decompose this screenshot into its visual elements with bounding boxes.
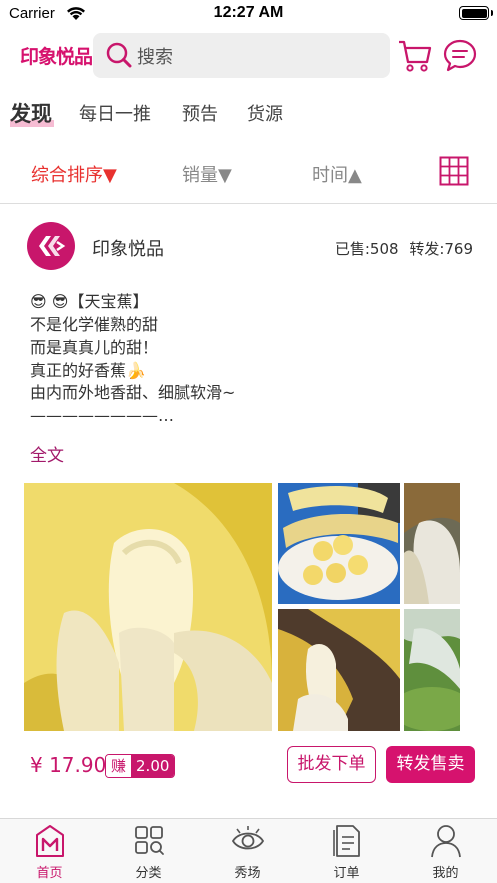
sort-time[interactable]: 时间▲ — [312, 161, 362, 187]
forward-count: 转发:769 — [409, 240, 473, 258]
product-image[interactable] — [404, 609, 460, 731]
post-stats: 已售:508 转发:769 — [329, 238, 473, 259]
order-list-icon — [333, 825, 360, 857]
product-price: ¥ 17.90 — [30, 753, 107, 777]
post-line: ————————… — [30, 406, 174, 425]
message-icon[interactable] — [442, 38, 478, 74]
search-placeholder: 搜索 — [137, 47, 173, 68]
forward-sell-button[interactable]: 转发售卖 — [386, 746, 475, 783]
sold-count: 已售:508 — [334, 240, 399, 258]
bottom-tab-orders[interactable]: 订单 — [297, 819, 396, 883]
bottom-tab-showroom[interactable]: 秀场 — [198, 819, 297, 883]
category-grid-icon — [135, 826, 164, 855]
tab-supply[interactable]: 货源 — [247, 100, 283, 126]
shop-name[interactable]: 印象悦品 — [92, 235, 164, 261]
product-image-main[interactable] — [24, 483, 272, 731]
bottom-tab-home[interactable]: 首页 — [0, 819, 99, 883]
post-line: 真正的好香蕉🍌 — [30, 361, 146, 380]
earn-label: 赚 — [106, 755, 132, 777]
tab-preview[interactable]: 预告 — [182, 100, 218, 126]
sort-sales[interactable]: 销量▼ — [182, 161, 232, 187]
expand-fulltext-link[interactable]: 全文 — [30, 441, 64, 466]
bottom-tab-mine[interactable]: 我的 — [396, 819, 495, 883]
grid-view-icon[interactable] — [439, 156, 469, 186]
status-bar: Carrier 12:27 AM — [0, 0, 497, 28]
bottom-tab-label: 首页 — [36, 866, 63, 881]
sort-comprehensive[interactable]: 综合排序▼ — [31, 161, 117, 187]
product-image[interactable] — [278, 609, 400, 731]
bottom-tab-label: 分类 — [135, 866, 162, 881]
bottom-tab-label: 我的 — [432, 866, 459, 881]
cart-icon[interactable] — [397, 38, 433, 74]
eye-icon — [231, 826, 265, 850]
earn-badge: 赚 2.00 — [105, 754, 176, 778]
earn-value: 2.00 — [131, 755, 175, 777]
tab-discover[interactable]: 发现 — [10, 98, 52, 128]
batch-order-button[interactable]: 批发下单 — [287, 746, 376, 783]
shop-logo-icon — [39, 236, 66, 256]
bottom-tab-label: 秀场 — [234, 866, 261, 881]
bottom-tab-bar: 首页 分类 秀场 订单 我的 — [0, 818, 497, 883]
bottom-tab-category[interactable]: 分类 — [99, 819, 198, 883]
tab-daily-pick[interactable]: 每日一推 — [79, 100, 151, 126]
search-icon — [106, 42, 132, 68]
shop-avatar[interactable] — [27, 222, 75, 270]
clock: 12:27 AM — [213, 4, 284, 21]
post-line: 而是真真儿的甜！ — [30, 338, 159, 357]
post-line: 😎 😎【天宝蕉】 — [30, 292, 149, 311]
app-logo: 印象悦品 — [20, 46, 93, 68]
home-m-icon — [36, 825, 64, 857]
product-image[interactable] — [404, 483, 460, 604]
product-image[interactable] — [278, 483, 400, 604]
battery-icon — [459, 6, 489, 20]
post-line: 不是化学催熟的甜 — [30, 315, 159, 334]
person-icon — [431, 825, 461, 858]
sort-divider — [0, 203, 497, 204]
search-bar[interactable]: 搜索 — [93, 33, 390, 78]
bottom-tab-label: 订单 — [333, 866, 360, 881]
post-line: 由内而外地香甜、细腻软滑~ — [30, 383, 236, 402]
